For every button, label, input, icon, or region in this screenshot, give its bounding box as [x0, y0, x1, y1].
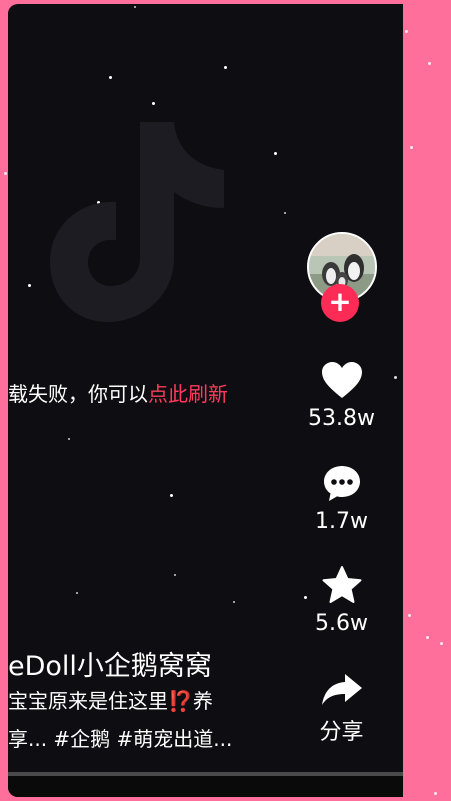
follow-button[interactable]: + — [321, 284, 359, 322]
heart-icon — [321, 362, 362, 398]
refresh-link[interactable]: 点此刷新 — [148, 382, 228, 406]
share-label: 分享 — [319, 720, 364, 745]
star-icon — [322, 566, 361, 603]
caption-line-1[interactable]: 宝宝原来是住这里⁉️养 — [8, 685, 213, 714]
caption-line-2[interactable]: 享... #企鹅 #萌宠出道... — [8, 723, 232, 752]
like-button[interactable]: 53.8w — [304, 360, 379, 431]
like-count: 53.8w — [308, 406, 375, 431]
comment-button[interactable]: 1.7w — [304, 463, 379, 534]
video-screen[interactable]: 载失败，你可以点此刷新 + 53.8w 1.7w 5.6w 分享 eDoll小企… — [8, 4, 403, 797]
load-failed-message: 载失败，你可以点此刷新 — [8, 378, 228, 407]
share-icon — [321, 674, 362, 705]
favorite-count: 5.6w — [315, 611, 368, 636]
comment-count: 1.7w — [315, 509, 368, 534]
author-name[interactable]: eDoll小企鹅窝窝 — [8, 644, 212, 683]
plus-icon: + — [328, 285, 352, 318]
load-failed-text: 载失败，你可以 — [8, 382, 148, 406]
bottom-bar — [8, 776, 403, 797]
creator-avatar[interactable]: + — [307, 232, 377, 322]
favorite-button[interactable]: 5.6w — [304, 565, 379, 636]
share-button[interactable]: 分享 — [304, 670, 379, 746]
comment-icon — [323, 466, 360, 501]
douyin-logo-watermark — [50, 122, 224, 322]
